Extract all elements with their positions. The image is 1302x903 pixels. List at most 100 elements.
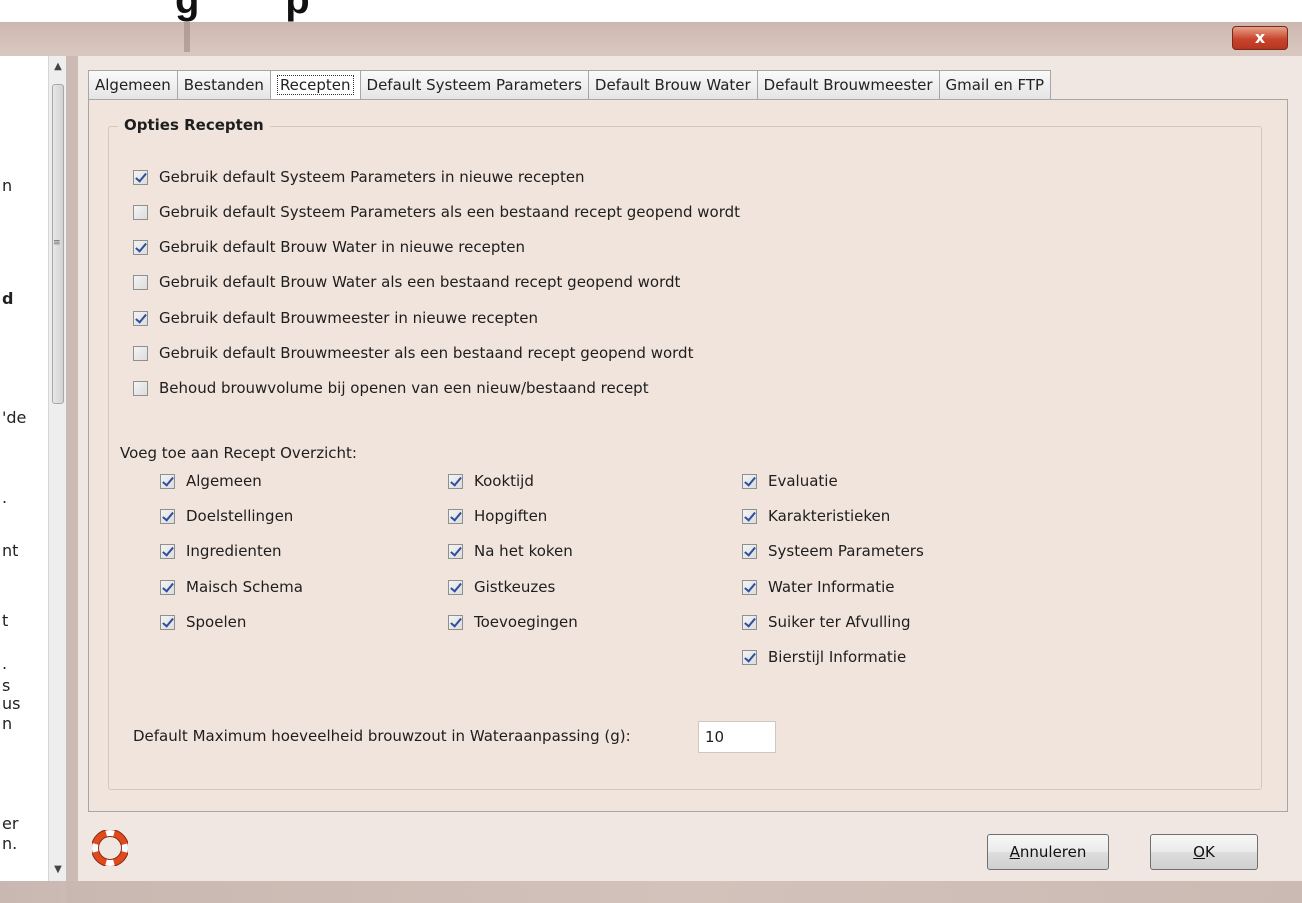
- option-row[interactable]: Gebruik default Systeem Parameters als e…: [133, 203, 740, 221]
- max-salt-label: Default Maximum hoeveelheid brouwzout in…: [133, 727, 631, 745]
- tab-default-brouwmeester[interactable]: Default Brouwmeester: [756, 70, 939, 100]
- checkbox[interactable]: [742, 508, 757, 524]
- close-button[interactable]: x: [1232, 26, 1288, 50]
- overview-item[interactable]: Spoelen: [160, 613, 246, 631]
- checkbox[interactable]: [742, 579, 757, 595]
- left-text-fragment: t: [2, 611, 9, 630]
- overview-item-label: Suiker ter Afvulling: [768, 613, 911, 631]
- left-text-fragment: nt: [2, 541, 19, 560]
- ok-mnemonic: O: [1193, 843, 1205, 861]
- overview-item[interactable]: Maisch Schema: [160, 578, 303, 596]
- option-label: Gebruik default Systeem Parameters in ni…: [159, 168, 585, 186]
- left-scrollbar[interactable]: ▲ ≡ ▼: [48, 56, 66, 881]
- cancel-label: nnuleren: [1019, 843, 1087, 861]
- background-title-strip: g p: [0, 0, 1302, 22]
- option-row[interactable]: Behoud brouwvolume bij openen van een ni…: [133, 379, 649, 397]
- overview-item[interactable]: Kooktijd: [448, 472, 534, 490]
- left-text-fragment: d: [2, 289, 14, 308]
- overview-item-label: Doelstellingen: [186, 507, 294, 525]
- overview-item-label: Toevoegingen: [474, 613, 578, 631]
- overview-item[interactable]: Doelstellingen: [160, 507, 293, 525]
- overview-item[interactable]: Suiker ter Afvulling: [742, 613, 910, 631]
- checkbox[interactable]: [448, 579, 463, 595]
- checkbox[interactable]: [133, 310, 148, 326]
- overview-item[interactable]: Evaluatie: [742, 472, 838, 490]
- option-row[interactable]: Gebruik default Brouwmeester in nieuwe r…: [133, 309, 538, 327]
- titlebar-streak: [184, 22, 190, 52]
- cancel-button[interactable]: Annuleren: [987, 834, 1109, 870]
- checkbox[interactable]: [742, 543, 757, 559]
- left-text-fragment: er: [2, 814, 19, 833]
- ok-button[interactable]: OK: [1150, 834, 1258, 870]
- left-text-fragment: us: [2, 694, 21, 713]
- window-titlebar: [0, 22, 1302, 56]
- left-text-fragment: .: [2, 654, 8, 673]
- option-row[interactable]: Gebruik default Brouw Water in nieuwe re…: [133, 238, 525, 256]
- group-title: Opties Recepten: [118, 116, 270, 134]
- tab-default-brouw-water[interactable]: Default Brouw Water: [587, 70, 757, 100]
- checkbox[interactable]: [133, 274, 148, 290]
- option-label: Gebruik default Brouw Water als een best…: [159, 273, 681, 291]
- scroll-down-arrow-icon[interactable]: ▼: [49, 861, 67, 879]
- ok-label: K: [1204, 843, 1215, 861]
- overview-label: Voeg toe aan Recept Overzicht:: [120, 444, 357, 462]
- option-label: Gebruik default Systeem Parameters als e…: [159, 203, 741, 221]
- overview-item-label: Spoelen: [186, 613, 247, 631]
- overview-item[interactable]: Gistkeuzes: [448, 578, 555, 596]
- checkbox[interactable]: [133, 239, 148, 255]
- tab-gmail-en-ftp[interactable]: Gmail en FTP: [938, 70, 1052, 100]
- tab-algemeen[interactable]: Algemeen: [88, 70, 177, 100]
- max-salt-input[interactable]: 10: [698, 721, 776, 753]
- tab-default-systeem-parameters[interactable]: Default Systeem Parameters: [359, 70, 588, 100]
- checkbox[interactable]: [742, 614, 757, 630]
- checkbox[interactable]: [133, 169, 148, 185]
- left-text-fragment: n.: [2, 834, 18, 853]
- window-bottom-edge: [66, 881, 1302, 903]
- checkbox[interactable]: [448, 614, 463, 630]
- overview-item[interactable]: Toevoegingen: [448, 613, 578, 631]
- cancel-mnemonic: A: [1009, 843, 1020, 861]
- overview-item[interactable]: Systeem Parameters: [742, 542, 924, 560]
- checkbox[interactable]: [133, 345, 148, 361]
- overview-item[interactable]: Na het koken: [448, 542, 573, 560]
- option-row[interactable]: Gebruik default Brouwmeester als een bes…: [133, 344, 693, 362]
- overview-item[interactable]: Ingredienten: [160, 542, 282, 560]
- tab-bar: Algemeen Bestanden Recepten Default Syst…: [88, 70, 1052, 100]
- scroll-up-arrow-icon[interactable]: ▲: [49, 58, 67, 76]
- checkbox[interactable]: [742, 649, 757, 665]
- checkbox[interactable]: [133, 380, 148, 396]
- checkbox[interactable]: [448, 543, 463, 559]
- tab-bestanden[interactable]: Bestanden: [176, 70, 270, 100]
- lifebuoy-icon[interactable]: [92, 830, 128, 866]
- checkbox[interactable]: [448, 473, 463, 489]
- left-text-fragment: 'de: [2, 408, 27, 427]
- checkbox[interactable]: [448, 508, 463, 524]
- tab-recepten[interactable]: Recepten: [269, 70, 360, 100]
- overview-item[interactable]: Algemeen: [160, 472, 262, 490]
- overview-item[interactable]: Karakteristieken: [742, 507, 890, 525]
- checkbox[interactable]: [160, 543, 175, 559]
- overview-item-label: Evaluatie: [768, 472, 838, 490]
- overview-item[interactable]: Hopgiften: [448, 507, 547, 525]
- checkbox[interactable]: [160, 508, 175, 524]
- checkbox[interactable]: [160, 579, 175, 595]
- option-row[interactable]: Gebruik default Brouw Water als een best…: [133, 273, 680, 291]
- background-title-fragment: g p: [175, 0, 311, 22]
- overview-item-label: Kooktijd: [474, 472, 534, 490]
- overview-item[interactable]: Bierstijl Informatie: [742, 648, 906, 666]
- option-label: Gebruik default Brouwmeester als een bes…: [159, 344, 694, 362]
- overview-item-label: Bierstijl Informatie: [768, 648, 907, 666]
- checkbox[interactable]: [160, 614, 175, 630]
- overview-item[interactable]: Water Informatie: [742, 578, 894, 596]
- checkbox[interactable]: [160, 473, 175, 489]
- option-row[interactable]: Gebruik default Systeem Parameters in ni…: [133, 168, 585, 186]
- left-text-fragment: n: [2, 176, 13, 195]
- overview-item-label: Na het koken: [474, 542, 573, 560]
- option-label: Gebruik default Brouw Water in nieuwe re…: [159, 238, 525, 256]
- checkbox[interactable]: [133, 204, 148, 220]
- overview-item-label: Water Informatie: [768, 578, 895, 596]
- checkbox[interactable]: [742, 473, 757, 489]
- overview-item-label: Ingredienten: [186, 542, 282, 560]
- left-text-fragment: s: [2, 676, 11, 695]
- scroll-grip-icon: ≡: [53, 238, 61, 248]
